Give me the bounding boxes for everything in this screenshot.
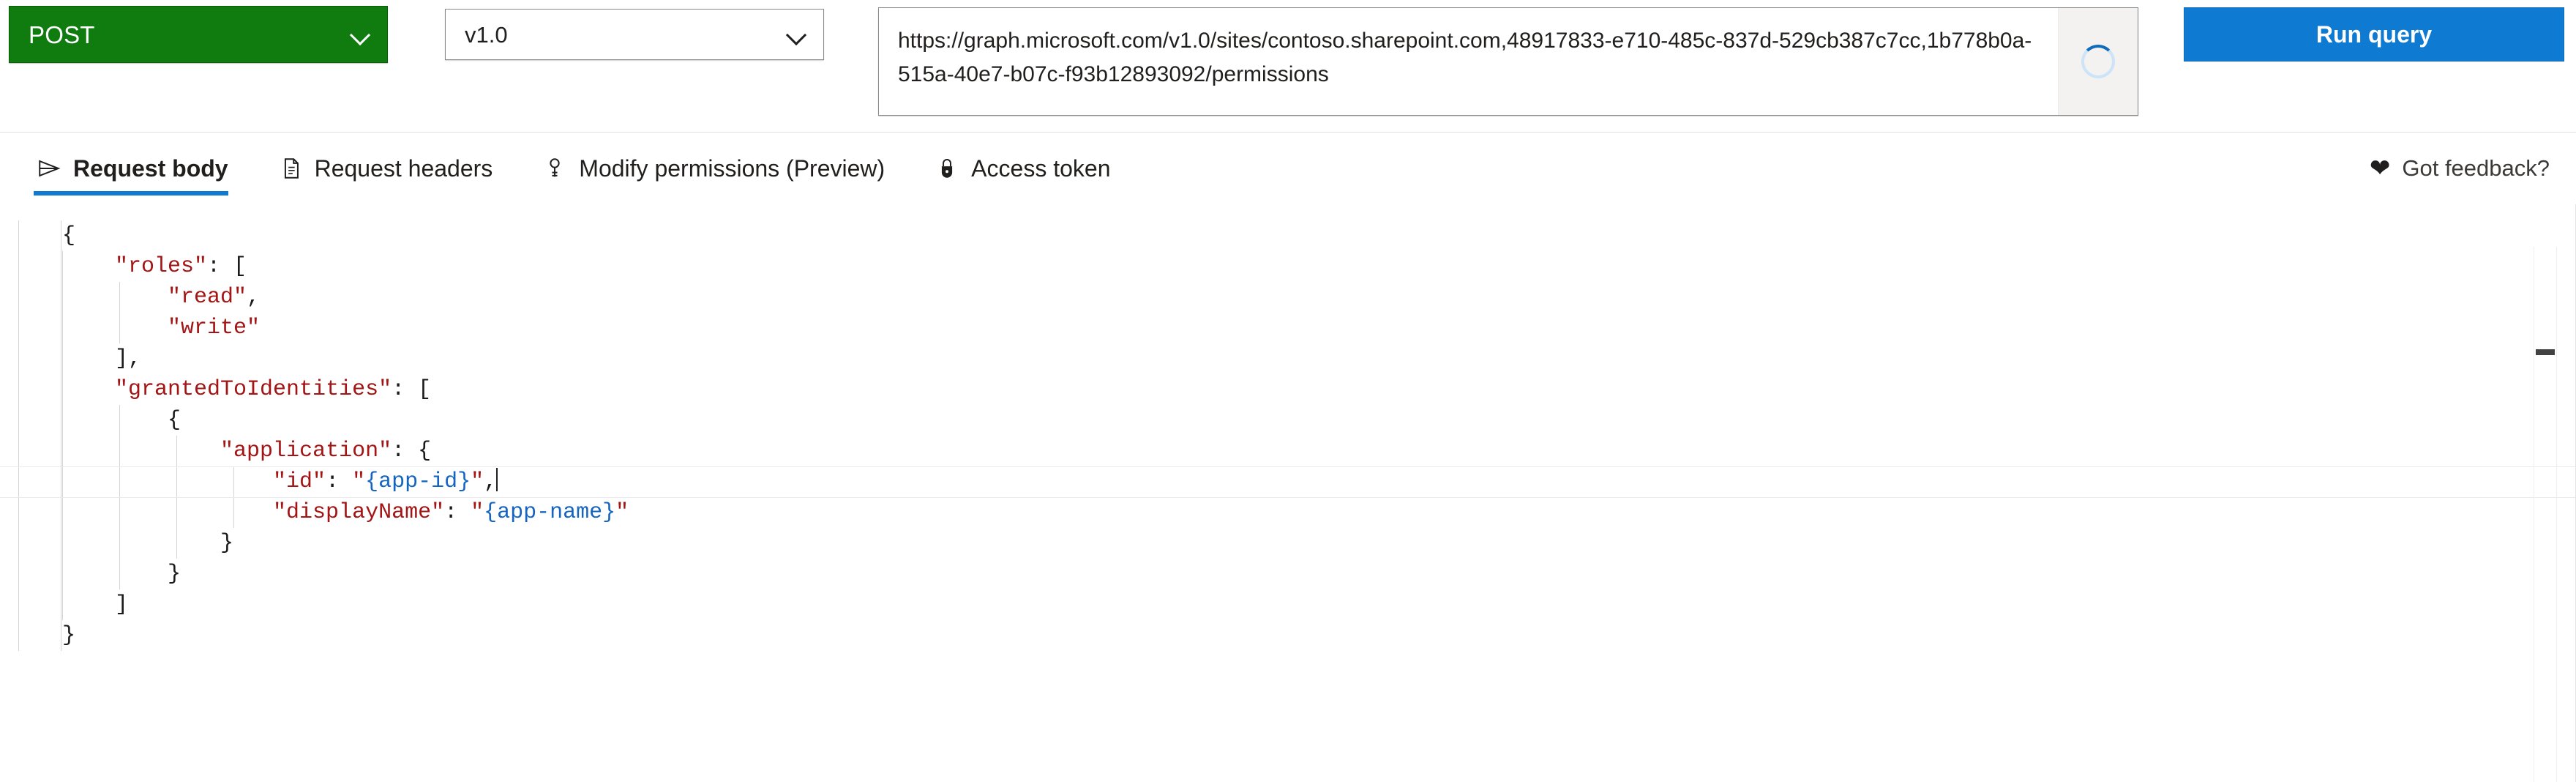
code-line: ] (62, 589, 629, 620)
code-line: "read", (62, 282, 629, 313)
code-token: "displayName" (273, 500, 445, 525)
code-line: "displayName": "{app-name}" (62, 497, 629, 528)
tab-modify-permissions[interactable]: Modify permissions (Preview) (539, 133, 888, 204)
code-line: { (62, 220, 629, 251)
code-token: } (168, 562, 181, 586)
code-token: } (220, 531, 234, 556)
api-version-dropdown[interactable]: v1.0 (445, 9, 824, 60)
editor-code-text[interactable]: { "roles": [ "read", "write" ], "granted… (62, 204, 629, 651)
code-token: { (62, 223, 76, 248)
code-token: " (352, 469, 366, 494)
code-token: "write" (168, 316, 261, 340)
code-line: "application": { (62, 436, 629, 466)
code-token: "id" (273, 469, 326, 494)
code-line: "grantedToIdentities": [ (62, 374, 629, 405)
query-bar: POST v1.0 https://graph.microsoft.com/v1… (0, 0, 2576, 132)
code-token: " (615, 500, 629, 525)
code-token: , (484, 469, 498, 494)
request-panel: Request body Request headers Modify perm… (0, 132, 2576, 782)
editor-surface[interactable]: { "roles": [ "read", "write" ], "granted… (0, 204, 2576, 782)
got-feedback-label: Got feedback? (2402, 155, 2550, 181)
lock-shield-icon (935, 156, 959, 181)
tab-label: Modify permissions (Preview) (579, 154, 886, 182)
send-paper-plane-icon (37, 156, 61, 181)
code-token: ], (115, 346, 142, 371)
code-line: ], (62, 343, 629, 374)
code-token: " (471, 500, 484, 525)
chevron-down-icon (787, 25, 806, 44)
url-status-area (2058, 8, 2138, 115)
loading-spinner-icon (2081, 45, 2115, 78)
code-token: } (62, 623, 76, 648)
request-tab-strip: Request body Request headers Modify perm… (0, 133, 2576, 204)
heart-icon: ❤ (2369, 154, 2391, 182)
text-cursor (496, 468, 498, 491)
code-token: "application" (220, 439, 392, 463)
code-line: "id": "{app-id}", (62, 466, 629, 497)
http-method-dropdown[interactable]: POST (9, 6, 388, 63)
code-token: : (444, 500, 471, 525)
code-line: "roles": [ (62, 251, 629, 282)
api-version-value: v1.0 (465, 21, 508, 48)
code-line: "write" (62, 313, 629, 343)
code-line: } (62, 620, 629, 651)
code-token: "grantedToIdentities" (115, 377, 392, 402)
http-method-value: POST (29, 21, 95, 48)
chevron-down-icon (351, 25, 370, 44)
code-line: } (62, 559, 629, 589)
request-url-field[interactable]: https://graph.microsoft.com/v1.0/sites/c… (878, 7, 2138, 116)
tab-request-body[interactable]: Request body (34, 133, 231, 204)
editor-vertical-scrollbar[interactable] (2534, 247, 2557, 782)
tab-label: Request headers (314, 154, 493, 182)
code-line: } (62, 528, 629, 559)
tab-access-token[interactable]: Access token (932, 133, 1113, 204)
document-list-icon (278, 156, 303, 181)
code-token: " (471, 469, 484, 494)
scrollbar-cursor-marker (2536, 349, 2555, 355)
code-token: { (168, 408, 181, 433)
indent-guide-line (18, 220, 19, 651)
code-token: "roles" (115, 254, 208, 279)
got-feedback-link[interactable]: ❤ Got feedback? (2370, 133, 2550, 204)
tab-request-headers[interactable]: Request headers (275, 133, 496, 204)
code-token: ] (115, 592, 129, 617)
run-query-button[interactable]: Run query (2184, 7, 2564, 62)
code-token: : [ (392, 377, 432, 402)
code-line: { (62, 405, 629, 436)
key-icon (542, 156, 567, 181)
code-token: : [ (207, 254, 247, 279)
tab-label: Access token (971, 154, 1111, 182)
request-body-editor[interactable]: { "roles": [ "read", "write" ], "granted… (0, 204, 2576, 782)
code-token: {app-name} (484, 500, 616, 525)
code-token: , (247, 285, 261, 310)
code-token: : { (392, 439, 432, 463)
tab-label: Request body (73, 154, 228, 182)
code-token: {app-id} (365, 469, 471, 494)
request-url-input[interactable]: https://graph.microsoft.com/v1.0/sites/c… (879, 8, 2058, 115)
code-token: "read" (168, 285, 247, 310)
code-token: : (326, 469, 353, 494)
